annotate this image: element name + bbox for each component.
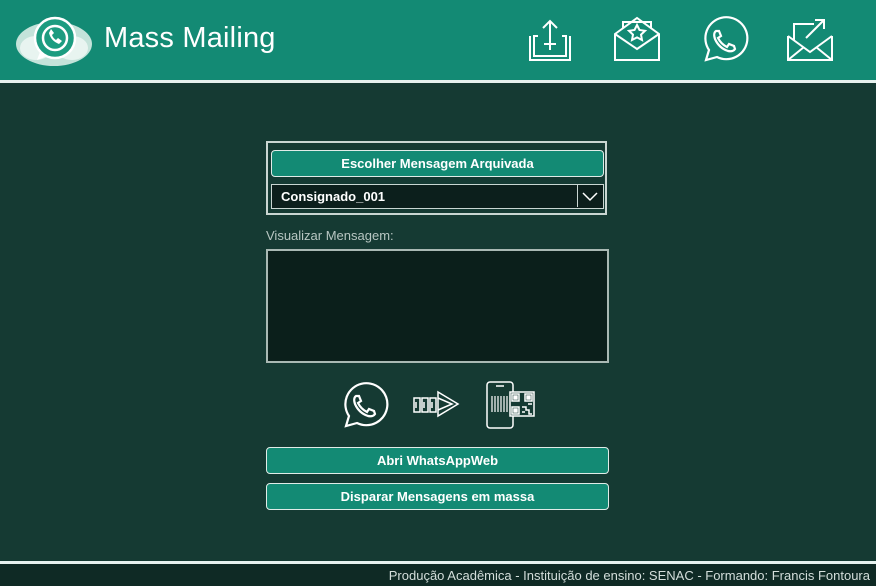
whatsapp-icon — [344, 382, 389, 428]
choose-archived-message-button[interactable]: Escolher Mensagem Arquivada — [271, 150, 604, 177]
whatsapp-icon[interactable] — [697, 14, 749, 66]
send-bulk-messages-button[interactable]: Disparar Mensagens em massa — [266, 483, 609, 510]
phone-qr-code-icon — [486, 381, 535, 429]
footer-credits: Produção Acadêmica - Instituição de ensi… — [388, 568, 870, 583]
upload-tray-icon[interactable] — [524, 14, 576, 66]
open-whatsapp-web-button[interactable]: Abri WhatsAppWeb — [266, 447, 609, 474]
app-title: Mass Mailing — [104, 22, 276, 54]
send-mail-icon[interactable] — [784, 14, 836, 66]
envelope-star-icon[interactable] — [611, 14, 663, 66]
app-header: Mass Mailing — [0, 0, 876, 80]
preview-label: Visualizar Mensagem: — [266, 228, 394, 243]
header-divider — [0, 80, 876, 83]
message-preview-box[interactable] — [266, 249, 609, 363]
footer: Produção Acadêmica - Instituição de ensi… — [0, 564, 876, 586]
whatsapp-cloud-logo-icon — [16, 16, 92, 66]
transfer-arrows-icon — [413, 390, 460, 418]
message-select-value: Consignado_001 — [281, 189, 386, 204]
chevron-down-icon[interactable] — [577, 185, 603, 207]
message-select[interactable]: Consignado_001 — [271, 184, 604, 209]
